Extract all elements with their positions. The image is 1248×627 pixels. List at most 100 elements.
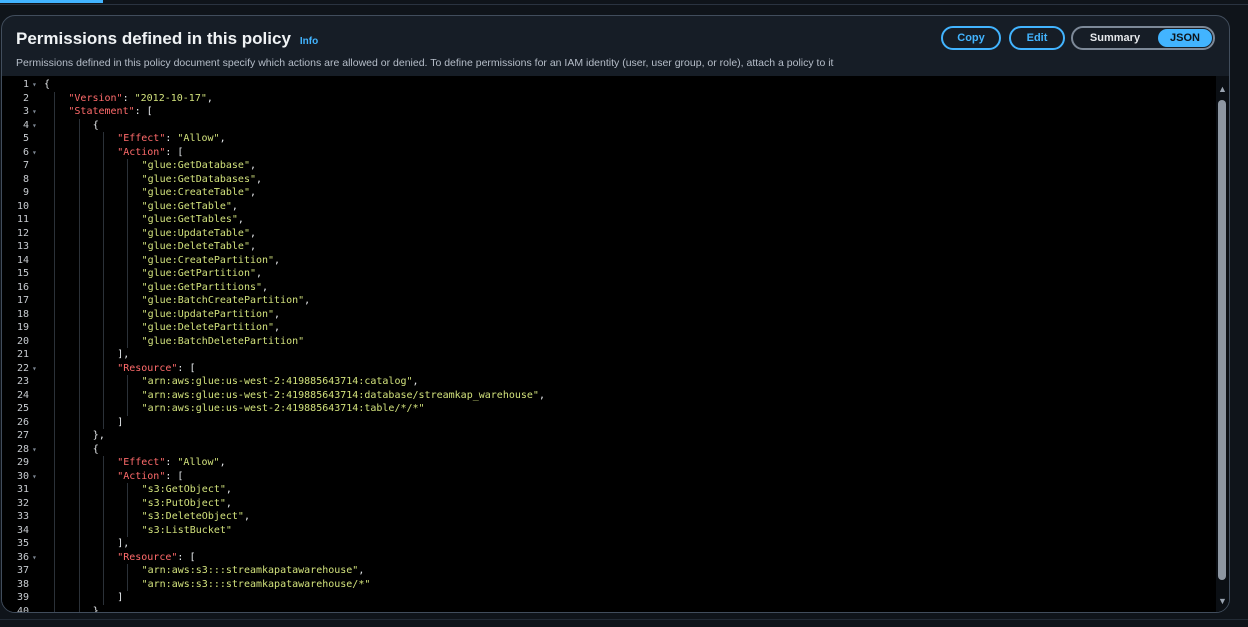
code-line: 25 "arn:aws:glue:us-west-2:419885643714:t… bbox=[2, 402, 1182, 416]
json-key: "Action" bbox=[117, 146, 166, 158]
code-text: "glue:GetPartitions", bbox=[142, 281, 268, 295]
code-text: { bbox=[93, 119, 99, 133]
code-line: 21], bbox=[2, 348, 1182, 362]
fold-chevron-icon[interactable]: ▾ bbox=[32, 362, 37, 376]
line-number: 22 bbox=[16, 362, 29, 374]
fold-chevron-icon[interactable]: ▾ bbox=[32, 105, 37, 119]
line-number: 2 bbox=[22, 92, 29, 104]
code-line: 2 "Version": "2012-10-17", bbox=[2, 92, 1182, 106]
code-text: { bbox=[93, 443, 99, 457]
code-line: 10 "glue:GetTable", bbox=[2, 200, 1182, 214]
code-text: "s3:DeleteObject", bbox=[142, 510, 250, 524]
page-title: Permissions defined in this policy bbox=[16, 29, 291, 48]
line-number: 40 bbox=[16, 605, 29, 613]
json-punctuation: ], bbox=[117, 349, 130, 360]
fold-chevron-icon[interactable]: ▾ bbox=[32, 470, 37, 484]
json-string: "arn:aws:s3:::streamkapatawarehouse" bbox=[141, 565, 359, 576]
fold-chevron-icon[interactable]: ▾ bbox=[32, 119, 37, 133]
json-string: "Allow" bbox=[177, 133, 220, 144]
code-text: "glue:UpdatePartition", bbox=[142, 308, 280, 322]
line-number: 31 bbox=[16, 484, 29, 495]
json-punctuation: , bbox=[206, 92, 213, 104]
code-line: 24 "arn:aws:glue:us-west-2:419885643714:d… bbox=[2, 389, 1182, 403]
json-punctuation: , bbox=[274, 254, 281, 266]
fold-chevron-icon[interactable]: ▾ bbox=[32, 551, 37, 565]
line-number: 14 bbox=[16, 254, 29, 266]
json-string: "glue:GetTable" bbox=[141, 200, 232, 212]
code-line: 36 ▾ "Resource": [ bbox=[2, 551, 1182, 565]
line-number: 1 bbox=[22, 79, 29, 90]
code-text: "Version": "2012-10-17", bbox=[68, 92, 213, 106]
json-punctuation: , bbox=[262, 281, 269, 293]
json-string: "glue:DeletePartition" bbox=[141, 322, 275, 333]
editor-scrollbar[interactable]: ▲ ▼ bbox=[1216, 76, 1229, 612]
json-punctuation: , bbox=[249, 241, 256, 252]
line-number: 19 bbox=[16, 322, 29, 333]
code-line: 4 ▾ { bbox=[2, 119, 1182, 133]
scroll-down-arrow-icon[interactable]: ▼ bbox=[1217, 596, 1228, 606]
code-line: 18 "glue:UpdatePartition", bbox=[2, 308, 1182, 322]
view-toggle: Summary JSON bbox=[1071, 26, 1215, 50]
code-line: 9 "glue:CreateTable", bbox=[2, 186, 1182, 200]
code-text: "glue:GetPartition", bbox=[142, 267, 262, 281]
code-text: "arn:aws:s3:::streamkapatawarehouse/*" bbox=[142, 578, 371, 592]
json-toggle-button[interactable]: JSON bbox=[1158, 29, 1212, 47]
fold-chevron-icon[interactable]: ▾ bbox=[32, 443, 37, 457]
code-text: ] bbox=[117, 591, 123, 605]
scroll-up-arrow-icon[interactable]: ▲ bbox=[1217, 84, 1228, 94]
code-line: 1 ▾ { bbox=[2, 78, 1182, 92]
code-line: 7 "glue:GetDatabase", bbox=[2, 159, 1182, 173]
code-text: }, bbox=[93, 429, 105, 443]
json-string: "glue:GetTables" bbox=[141, 214, 238, 225]
edit-button[interactable]: Edit bbox=[1009, 26, 1065, 50]
title-row: Permissions defined in this policy Info bbox=[16, 29, 318, 49]
json-key: "Resource" bbox=[117, 551, 178, 563]
json-punctuation: , bbox=[255, 268, 263, 279]
code-line: 8 "glue:GetDatabases", bbox=[2, 173, 1182, 187]
json-string: "s3:DeleteObject" bbox=[141, 511, 244, 522]
code-line: 29 "Effect": "Allow", bbox=[2, 456, 1182, 470]
fold-chevron-icon[interactable]: ▾ bbox=[32, 78, 37, 92]
line-number: 29 bbox=[16, 457, 29, 468]
line-number: 33 bbox=[16, 511, 29, 522]
code-text: "Effect": "Allow", bbox=[117, 132, 225, 146]
json-editor[interactable]: 1 ▾{2 "Version": "2012-10-17", 3 ▾ "Statement… bbox=[2, 76, 1229, 612]
json-key: "Action" bbox=[117, 470, 166, 482]
line-number: 4 bbox=[22, 119, 29, 131]
line-number: 32 bbox=[16, 497, 29, 509]
code-text: "Statement": [ bbox=[68, 105, 152, 119]
code-text: "glue:GetDatabase", bbox=[142, 159, 256, 173]
code-line: 13 "glue:DeleteTable", bbox=[2, 240, 1182, 254]
copy-button[interactable]: Copy bbox=[941, 26, 1001, 50]
fold-chevron-icon[interactable]: ▾ bbox=[32, 146, 37, 160]
json-punctuation: : [ bbox=[165, 146, 184, 158]
scroll-thumb[interactable] bbox=[1218, 100, 1226, 580]
code-line: 16 "glue:GetPartitions", bbox=[2, 281, 1182, 295]
active-tab-indicator bbox=[0, 0, 103, 3]
indent-guide bbox=[103, 456, 104, 605]
code-text: "s3:GetObject", bbox=[142, 483, 232, 497]
code-line: 27}, bbox=[2, 429, 1182, 443]
line-number: 17 bbox=[16, 295, 29, 306]
json-punctuation: : [ bbox=[134, 106, 153, 117]
json-key: "Effect" bbox=[117, 133, 166, 144]
json-punctuation: : bbox=[165, 457, 178, 468]
json-string: "glue:UpdateTable" bbox=[141, 227, 250, 239]
code-text: "Resource": [ bbox=[117, 362, 195, 376]
indent-guide bbox=[103, 132, 104, 429]
code-line: 3 ▾ "Statement": [ bbox=[2, 105, 1182, 119]
code-text: "glue:CreatePartition", bbox=[142, 254, 280, 268]
json-punctuation: , bbox=[243, 511, 250, 522]
json-punctuation: : [ bbox=[165, 470, 184, 482]
info-link[interactable]: Info bbox=[300, 36, 318, 47]
line-number: 5 bbox=[22, 133, 29, 144]
code-text: "glue:DeletePartition", bbox=[142, 321, 280, 335]
code-line: 11 "glue:GetTables", bbox=[2, 213, 1182, 227]
json-key: "Version" bbox=[68, 92, 123, 104]
json-string: "glue:CreatePartition" bbox=[141, 254, 275, 266]
line-number: 10 bbox=[16, 200, 29, 212]
indent-guide bbox=[127, 159, 129, 348]
summary-toggle-button[interactable]: Summary bbox=[1073, 28, 1157, 48]
json-punctuation: , bbox=[231, 200, 238, 212]
code-line: 39] bbox=[2, 591, 1182, 605]
